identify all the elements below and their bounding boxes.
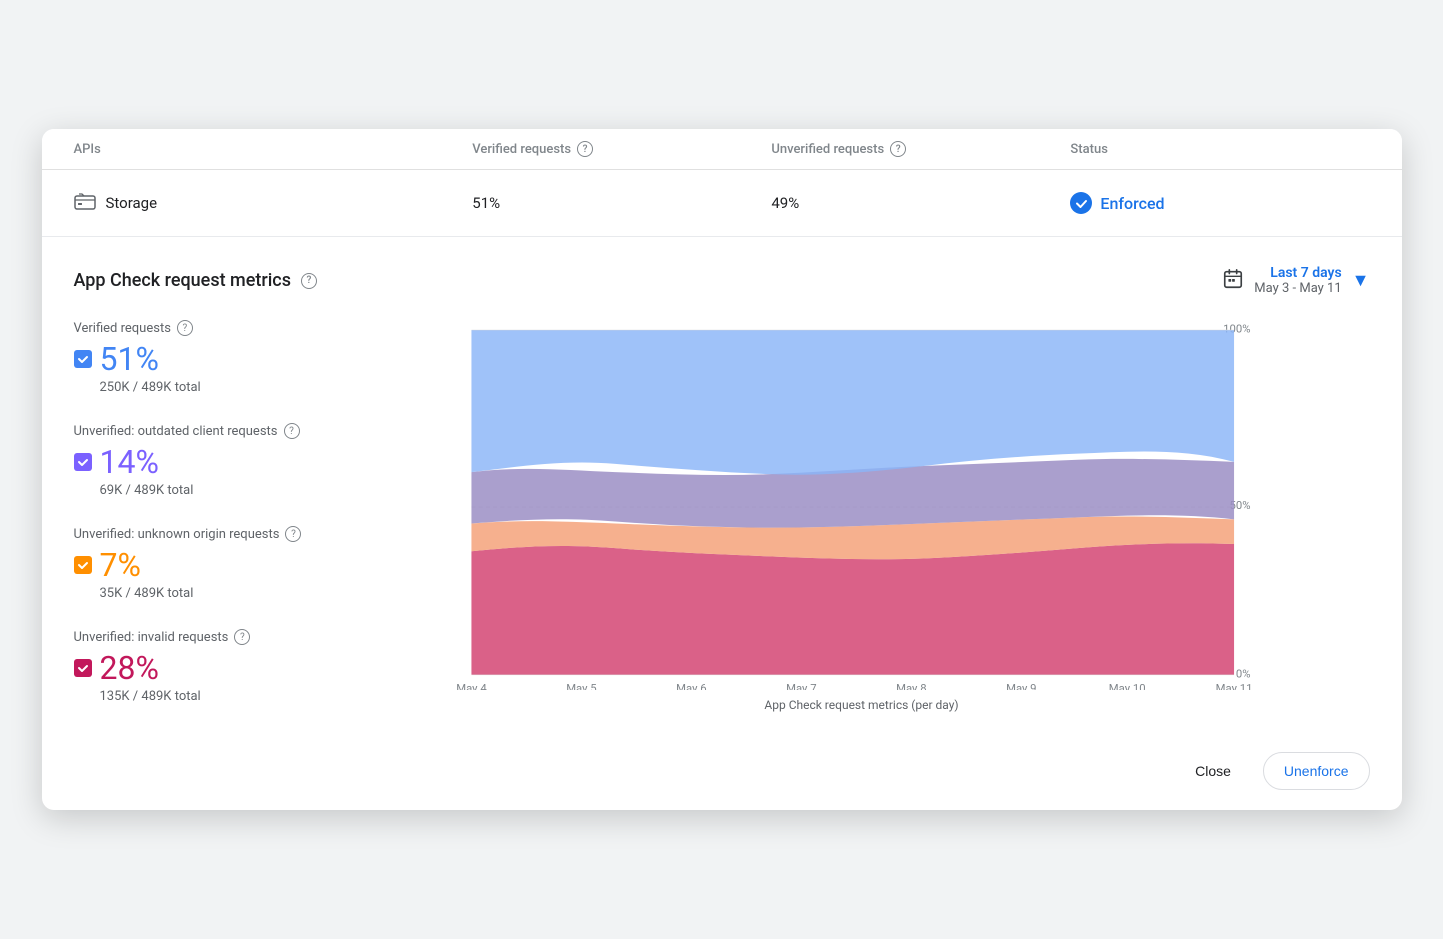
- legend-help-invalid[interactable]: ?: [234, 629, 250, 645]
- legend-checkbox-outdated[interactable]: [74, 453, 92, 471]
- close-button[interactable]: Close: [1175, 753, 1251, 789]
- main-dialog: APIs Verified requests ? Unverified requ…: [42, 129, 1402, 810]
- verified-help-icon[interactable]: ?: [577, 141, 593, 157]
- legend-label-verified: Verified requests ?: [74, 320, 334, 336]
- svg-text:May 9: May 9: [1006, 682, 1036, 690]
- unenforce-button[interactable]: Unenforce: [1263, 752, 1370, 790]
- metrics-help-icon[interactable]: ?: [301, 273, 317, 289]
- legend-item-verified: Verified requests ? 51% 250K / 489K tota…: [74, 320, 334, 395]
- chart-container: 100% 50% 0%: [354, 320, 1370, 720]
- date-range-text: Last 7 days May 3 - May 11: [1254, 265, 1341, 296]
- chart-svg: 100% 50% 0%: [354, 320, 1370, 690]
- legend-checkbox-invalid[interactable]: [74, 659, 92, 677]
- storage-row: Storage 51% 49% Enforced: [42, 170, 1402, 237]
- legend-label-unverified-outdated: Unverified: outdated client requests ?: [74, 423, 334, 439]
- storage-icon: [74, 192, 96, 214]
- storage-verified-pct: 51%: [472, 194, 771, 212]
- legend-help-unknown[interactable]: ?: [285, 526, 301, 542]
- metrics-content: Verified requests ? 51% 250K / 489K tota…: [74, 320, 1370, 732]
- svg-text:May 7: May 7: [786, 682, 816, 690]
- metrics-header: App Check request metrics ? Last 7 days …: [74, 265, 1370, 296]
- svg-text:May 11: May 11: [1215, 682, 1252, 690]
- legend-help-outdated[interactable]: ?: [284, 423, 300, 439]
- calendar-icon: [1222, 268, 1244, 294]
- legend-label-unverified-unknown: Unverified: unknown origin requests ?: [74, 526, 334, 542]
- legend-label-unverified-invalid: Unverified: invalid requests ?: [74, 629, 334, 645]
- unverified-help-icon[interactable]: ?: [890, 141, 906, 157]
- svg-text:May 10: May 10: [1108, 682, 1145, 690]
- col-status: Status: [1070, 141, 1369, 157]
- table-header: APIs Verified requests ? Unverified requ…: [42, 129, 1402, 170]
- col-verified: Verified requests ?: [472, 141, 771, 157]
- svg-text:May 5: May 5: [566, 682, 596, 690]
- svg-text:0%: 0%: [1235, 668, 1250, 681]
- storage-unverified-pct: 49%: [771, 194, 1070, 212]
- svg-text:May 4: May 4: [456, 682, 487, 690]
- svg-text:May 6: May 6: [676, 682, 706, 690]
- legend-checkbox-verified[interactable]: [74, 350, 92, 368]
- chart-side: 100% 50% 0%: [354, 320, 1370, 732]
- legend-item-unverified-invalid: Unverified: invalid requests ? 28% 135K …: [74, 629, 334, 704]
- enforced-check-icon: [1070, 192, 1092, 214]
- legend-side: Verified requests ? 51% 250K / 489K tota…: [74, 320, 354, 732]
- legend-help-verified[interactable]: ?: [177, 320, 193, 336]
- legend-item-unverified-outdated: Unverified: outdated client requests ? 1…: [74, 423, 334, 498]
- legend-item-unverified-unknown: Unverified: unknown origin requests ? 7%…: [74, 526, 334, 601]
- chart-x-axis-label: App Check request metrics (per day): [354, 698, 1370, 720]
- svg-text:May 8: May 8: [896, 682, 926, 690]
- metrics-title: App Check request metrics ?: [74, 270, 317, 291]
- date-range-dropdown-icon: ▼: [1352, 270, 1370, 291]
- date-range-picker[interactable]: Last 7 days May 3 - May 11 ▼: [1222, 265, 1369, 296]
- col-unverified: Unverified requests ?: [771, 141, 1070, 157]
- metrics-section: App Check request metrics ? Last 7 days …: [42, 237, 1402, 732]
- legend-checkbox-unknown[interactable]: [74, 556, 92, 574]
- enforced-badge: Enforced: [1070, 192, 1369, 214]
- storage-label: Storage: [74, 192, 473, 214]
- footer: Close Unenforce: [42, 732, 1402, 810]
- col-apis: APIs: [74, 141, 473, 157]
